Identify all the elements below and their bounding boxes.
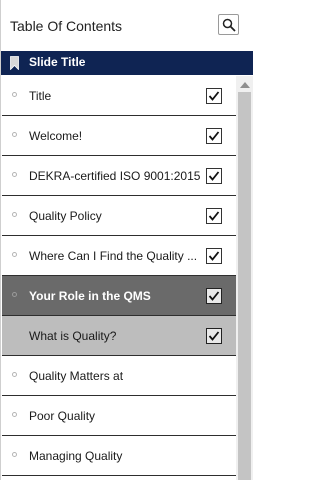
checkmark-icon: [208, 211, 220, 221]
slide-title-label: Quality Policy: [29, 209, 102, 223]
checkmark-icon: [208, 291, 220, 301]
slide-title-label: What is Quality?: [29, 329, 117, 343]
table-of-contents-panel: Table Of Contents Slide Title Title Welco…: [0, 0, 253, 480]
slide-list-item[interactable]: Poor Quality: [2, 396, 236, 436]
bullet-icon: [12, 412, 17, 417]
viewed-checkbox: [206, 248, 222, 264]
bullet-icon: [12, 252, 17, 257]
viewed-checkbox: [206, 88, 222, 104]
slide-list-item[interactable]: Welcome!: [2, 116, 236, 156]
bullet-icon: [12, 132, 17, 137]
scroll-up-arrow-icon[interactable]: [240, 82, 250, 88]
bullet-icon: [12, 172, 17, 177]
toc-title: Table Of Contents: [10, 18, 123, 34]
viewed-checkbox: [206, 128, 222, 144]
slide-list-item[interactable]: Quality Policy: [2, 196, 236, 236]
bullet-icon: [12, 212, 17, 217]
slide-list-item[interactable]: Managing Quality: [2, 436, 236, 476]
slide-title-label: Welcome!: [29, 129, 83, 143]
checkmark-icon: [208, 251, 220, 261]
viewed-checkbox: [206, 328, 222, 344]
slide-list: Title Welcome! DEKRA-certified ISO 9001:20…: [2, 76, 236, 480]
slide-list-item[interactable]: Title: [2, 76, 236, 116]
slide-list-item[interactable]: Quality Matters at: [2, 356, 236, 396]
viewed-checkbox: [206, 168, 222, 184]
column-header-label: Slide Title: [29, 55, 86, 69]
slide-title-label: Your Role in the QMS: [29, 289, 151, 303]
slide-title-label: Managing Quality: [29, 449, 123, 463]
slide-title-label: Quality Matters at: [29, 369, 124, 383]
viewed-checkbox: [206, 288, 222, 304]
checkmark-icon: [208, 171, 220, 181]
bullet-icon: [12, 92, 17, 97]
slide-title-label: Where Can I Find the Quality ...: [29, 249, 198, 263]
checkmark-icon: [208, 331, 220, 341]
bullet-icon: [12, 452, 17, 457]
scrollbar-thumb[interactable]: [238, 92, 251, 480]
checkmark-icon: [208, 91, 220, 101]
slide-list-item[interactable]: What is Quality?: [2, 316, 236, 356]
slide-title-label: Poor Quality: [29, 409, 96, 423]
checkmark-icon: [208, 131, 220, 141]
search-icon: [222, 18, 236, 32]
slide-list-item[interactable]: DEKRA-certified ISO 9001:2015: [2, 156, 236, 196]
search-button[interactable]: [218, 14, 239, 35]
slide-title-label: DEKRA-certified ISO 9001:2015: [29, 169, 201, 183]
bookmark-icon: [10, 56, 19, 70]
scrollbar[interactable]: [236, 76, 253, 480]
slide-title-label: Title: [29, 89, 52, 103]
slide-list-item[interactable]: Your Role in the QMS: [2, 276, 236, 316]
bullet-icon: [12, 372, 17, 377]
viewed-checkbox: [206, 208, 222, 224]
bullet-icon: [12, 292, 17, 297]
slide-list-item[interactable]: Where Can I Find the Quality ...: [2, 236, 236, 276]
toc-header: Table Of Contents: [1, 0, 253, 51]
